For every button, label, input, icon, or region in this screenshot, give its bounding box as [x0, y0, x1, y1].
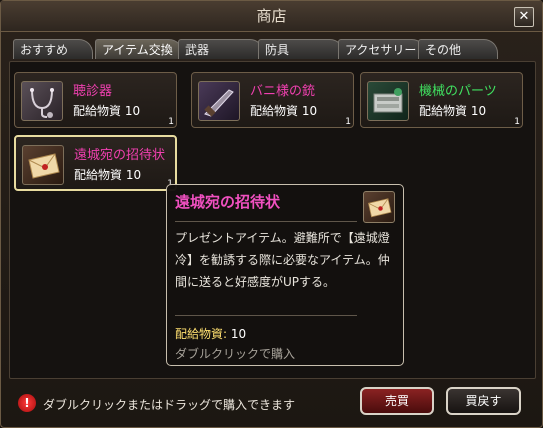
title-bar[interactable]: 商店 ✕: [1, 1, 542, 32]
item-quantity: 1: [345, 117, 351, 127]
item-price: 配給物資 10: [74, 168, 142, 182]
tab-label: アイテム交換: [102, 43, 173, 57]
tooltip-hint: ダブルクリックで購入: [175, 347, 296, 361]
item-name: 機械のパーツ: [419, 84, 497, 99]
shop-window: 商店 ✕ おすすめ アイテム交換 武器 防具 アクセサリー その他 1 聴診器 …: [0, 0, 543, 428]
window-title: 商店: [256, 7, 287, 25]
item-quantity: 1: [514, 117, 520, 127]
item-quantity: 1: [168, 117, 174, 127]
close-button[interactable]: ✕: [514, 7, 534, 27]
tab-accessories[interactable]: アクセサリー: [338, 39, 426, 59]
item-tooltip: 遠城宛の招待状 プレゼントアイテム。避難所で【遠城燈冷】を勧誘する際に必要なアイ…: [166, 184, 404, 366]
tab-label: アクセサリー: [345, 43, 417, 57]
invitation-letter-icon: [22, 145, 64, 185]
item-slot-gun[interactable]: 1 バニ様の銃 配給物資 10: [191, 72, 354, 128]
tab-weapons[interactable]: 武器: [178, 39, 264, 59]
tooltip-title: 遠城宛の招待状: [175, 193, 281, 211]
tooltip-price: 配給物資: 10: [175, 325, 246, 342]
item-price: 配給物資 10: [419, 104, 487, 118]
item-price: 配給物資 10: [73, 104, 141, 118]
buyback-button[interactable]: 買戻す: [446, 387, 521, 415]
invitation-letter-icon: [363, 191, 395, 223]
tooltip-price-value: 10: [230, 327, 247, 341]
item-name: 聴診器: [73, 84, 113, 99]
tab-label: その他: [425, 43, 462, 57]
tab-label: おすすめ: [20, 43, 69, 57]
tab-label: 武器: [185, 43, 210, 57]
tooltip-price-label: 配給物資:: [175, 327, 228, 341]
item-name: バニ様の銃: [250, 84, 316, 99]
item-slot-invitation[interactable]: 1 遠城宛の招待状 配給物資 10: [14, 135, 177, 191]
tab-recommended[interactable]: おすすめ: [13, 39, 93, 59]
sell-button[interactable]: 売買: [360, 387, 434, 415]
tab-other[interactable]: その他: [418, 39, 498, 59]
tooltip-divider: [175, 221, 357, 222]
footer-notice: ダブルクリックまたはドラッグで購入できます: [43, 398, 296, 412]
machine-parts-icon: [367, 81, 409, 121]
tooltip-description: プレゼントアイテム。避難所で【遠城燈冷】を勧誘する際に必要なアイテム。仲間に送る…: [175, 231, 390, 289]
item-slot-machine-parts[interactable]: 1 機械のパーツ 配給物資 10: [360, 72, 523, 128]
item-name: 遠城宛の招待状: [74, 148, 166, 163]
tooltip-divider: [175, 315, 357, 316]
tab-label: 防具: [265, 43, 290, 57]
close-icon: ✕: [518, 9, 530, 24]
gun-icon: [198, 81, 240, 121]
alert-icon: !: [18, 394, 36, 412]
item-price: 配給物資 10: [250, 104, 318, 118]
tab-item-exchange[interactable]: アイテム交換: [95, 39, 183, 59]
item-list: 1 聴診器 配給物資 10 1 バニ様の銃 配給物資 10 1 機械のパーツ 配…: [9, 61, 536, 379]
tab-armor[interactable]: 防具: [258, 39, 344, 59]
stethoscope-icon: [21, 81, 63, 121]
item-slot-stethoscope[interactable]: 1 聴診器 配給物資 10: [14, 72, 177, 128]
